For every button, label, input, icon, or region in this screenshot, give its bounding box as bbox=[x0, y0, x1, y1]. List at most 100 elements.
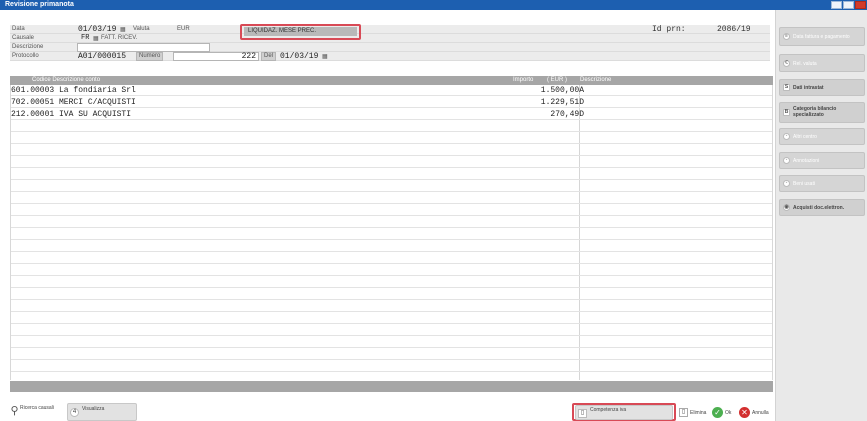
id-prn-label: Id prn: bbox=[652, 25, 686, 34]
calendar-icon[interactable]: ▦ bbox=[120, 26, 126, 33]
row-account: 702.00051 MERCI C/ACQUISTI bbox=[11, 98, 136, 107]
calendar-icon[interactable]: ▦ bbox=[322, 53, 328, 60]
elimina-button[interactable]: ▯ Elimina bbox=[678, 405, 710, 420]
cost-center-icon: ◦ bbox=[783, 133, 790, 140]
protocollo-label: Protocollo bbox=[12, 53, 39, 59]
entries-grid[interactable]: 601.00003 La fondiaria Srl 1.500,00A 702… bbox=[10, 85, 773, 380]
liquidaz-field[interactable]: LIQUIDAZ. MESE PREC. bbox=[244, 27, 357, 36]
button-label: Altri centro bbox=[793, 134, 817, 140]
button-label: Annulla bbox=[752, 410, 769, 416]
minimize-button[interactable] bbox=[831, 1, 842, 9]
col-importo: Importo bbox=[513, 77, 534, 83]
row-amount: 1.229,51D bbox=[540, 98, 584, 107]
table-row[interactable]: 702.00051 MERCI C/ACQUISTI 1.229,51D bbox=[11, 98, 772, 107]
grid-line bbox=[11, 179, 772, 180]
button-label: Ricerca causali bbox=[20, 405, 54, 411]
descrizione-field[interactable] bbox=[77, 43, 210, 52]
col-currency: ( EUR ) bbox=[547, 77, 567, 83]
grid-footer bbox=[10, 381, 773, 392]
protocollo-field[interactable]: A01/000015 bbox=[78, 52, 126, 61]
acquisti-doc-elettron-button[interactable]: ◉ Acquisti doc.elettron. bbox=[779, 199, 865, 216]
button-label: Categoria bilancio specializzato bbox=[793, 106, 837, 118]
grid-line bbox=[11, 203, 772, 204]
grid-line bbox=[11, 335, 772, 336]
competenza-iva-button[interactable]: ▯ Competenza iva bbox=[575, 405, 673, 420]
annulla-button[interactable]: ✕ Annulla bbox=[738, 405, 774, 420]
grid-line bbox=[11, 347, 772, 348]
grid-line bbox=[11, 275, 772, 276]
dati-intrastat-button[interactable]: S Dati intrastat bbox=[779, 79, 865, 96]
grid-line bbox=[11, 299, 772, 300]
grid-line bbox=[11, 371, 772, 372]
grid-line bbox=[11, 251, 772, 252]
ok-button[interactable]: ✓ Ok bbox=[711, 405, 738, 420]
numero-value: 222 bbox=[241, 52, 256, 61]
bottom-toolbar: ⚲ Ricerca causali 4 Visualizza ▯ Compete… bbox=[0, 400, 867, 421]
button-label: Ok bbox=[725, 410, 732, 416]
notes-icon: ◦ bbox=[783, 157, 790, 164]
altri-centro-button[interactable]: ◦ Altri centro bbox=[779, 128, 865, 145]
data-field[interactable]: 01/03/19 bbox=[78, 25, 116, 34]
intrastat-icon: S bbox=[783, 84, 790, 91]
del-date-field[interactable]: 01/03/19 bbox=[280, 52, 318, 61]
check-icon: ✓ bbox=[712, 407, 723, 418]
lookup-icon[interactable]: ▦ bbox=[93, 35, 99, 42]
grid-line bbox=[11, 359, 772, 360]
liquidaz-highlight: LIQUIDAZ. MESE PREC. bbox=[240, 24, 361, 40]
close-button[interactable] bbox=[855, 1, 866, 9]
valuta-field[interactable]: EUR bbox=[177, 25, 190, 34]
cancel-icon: ✕ bbox=[739, 407, 750, 418]
annotazioni-button[interactable]: ◦ Annotazioni bbox=[779, 152, 865, 169]
id-prn-value: 2086/19 bbox=[717, 25, 751, 34]
categoria-bilancio-button[interactable]: B Categoria bilancio specializzato bbox=[779, 102, 865, 123]
data-fattura-pagamento-button[interactable]: ≡ Data fattura e pagamento bbox=[779, 27, 865, 46]
beni-usati-button[interactable]: ◦ Beni usati bbox=[779, 175, 865, 192]
action-sidebar: ≡ Data fattura e pagamento € Rel. valuta… bbox=[775, 10, 867, 421]
descrizione-label: Descrizione bbox=[12, 44, 44, 50]
causale-desc: FATT. RICEV. bbox=[101, 35, 138, 41]
rel-valuta-button[interactable]: € Rel. valuta bbox=[779, 54, 865, 72]
table-row[interactable]: 601.00003 La fondiaria Srl 1.500,00A bbox=[11, 86, 772, 95]
button-label: Dati intrastat bbox=[793, 85, 824, 91]
grid-line bbox=[11, 215, 772, 216]
table-row[interactable]: 212.00001 IVA SU ACQUISTI 270,49D bbox=[11, 110, 772, 119]
currency-icon: € bbox=[783, 60, 790, 67]
numero-field[interactable]: 222 bbox=[173, 52, 259, 61]
del-label: Del bbox=[261, 52, 277, 61]
button-label: Visualizza bbox=[82, 406, 105, 412]
view-icon: 4 bbox=[70, 408, 79, 417]
row-account: 601.00003 La fondiaria Srl bbox=[11, 86, 136, 95]
grid-line bbox=[11, 119, 772, 120]
grid-line bbox=[11, 227, 772, 228]
visualizza-button[interactable]: 4 Visualizza bbox=[67, 403, 137, 421]
grid-line bbox=[11, 143, 772, 144]
grid-header: Codice Descrizione conto Importo ( EUR )… bbox=[10, 76, 773, 85]
vat-icon: ▯ bbox=[578, 409, 587, 418]
col-descrizione: Descrizione bbox=[580, 77, 612, 83]
maximize-button[interactable] bbox=[843, 1, 854, 9]
e-invoice-icon: ◉ bbox=[783, 204, 790, 211]
numero-label: Numero bbox=[136, 52, 164, 61]
causale-code-field[interactable]: FR bbox=[81, 34, 89, 43]
grid-line bbox=[11, 239, 772, 240]
button-label: Elimina bbox=[690, 410, 707, 416]
calendar-icon: ≡ bbox=[783, 33, 790, 40]
grid-line bbox=[11, 263, 772, 264]
valuta-label: Valuta bbox=[133, 26, 150, 32]
grid-line bbox=[11, 107, 772, 108]
row-account: 212.00001 IVA SU ACQUISTI bbox=[11, 110, 132, 119]
button-label: Annotazioni bbox=[793, 158, 820, 164]
row-amount: 270,49D bbox=[550, 110, 584, 119]
used-goods-icon: ◦ bbox=[783, 180, 790, 187]
ricerca-causali-button[interactable]: ⚲ Ricerca causali bbox=[8, 403, 66, 421]
search-icon: ⚲ bbox=[10, 405, 19, 417]
button-label: Acquisti doc.elettron. bbox=[793, 205, 845, 211]
balance-icon: B bbox=[783, 109, 790, 116]
grid-line bbox=[11, 287, 772, 288]
trash-icon: ▯ bbox=[679, 408, 688, 417]
causale-label: Causale bbox=[12, 35, 35, 41]
row-amount: 1.500,00A bbox=[540, 86, 584, 95]
col-codice-descrizione: Codice Descrizione conto bbox=[32, 77, 101, 83]
title-bar: Revisione primanota bbox=[0, 0, 867, 10]
grid-line bbox=[11, 167, 772, 168]
